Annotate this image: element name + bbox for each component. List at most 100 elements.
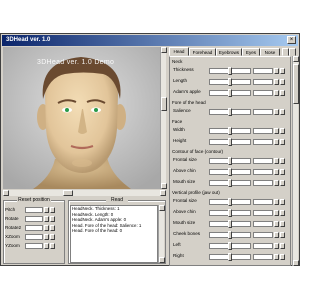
scroll-left-button[interactable] (3, 190, 9, 196)
contour-mouth-increase-button[interactable] (280, 180, 285, 186)
cheek-bones-field[interactable] (253, 232, 273, 238)
log-scroll-down-button[interactable] (159, 257, 165, 263)
cheek-bones-increase-button[interactable] (280, 232, 285, 238)
height-slider[interactable] (209, 138, 251, 146)
length-decrease-button[interactable] (274, 79, 279, 85)
profile-above-chin-increase-button[interactable] (280, 210, 285, 216)
slider-thumb[interactable] (228, 78, 232, 86)
profile-mouth-decrease-button[interactable] (274, 221, 279, 227)
cheek-bones-decrease-button[interactable] (274, 232, 279, 238)
slider-thumb[interactable] (228, 220, 232, 228)
width-slider[interactable] (209, 127, 251, 135)
slider-thumb[interactable] (228, 157, 232, 165)
rotate-field[interactable] (25, 216, 43, 222)
scroll-thumb-horizontal[interactable] (63, 190, 73, 196)
salience-increase-button[interactable] (280, 109, 285, 115)
tab-eyebrows[interactable]: Eyebrows (216, 48, 242, 56)
contour-above-chin-field[interactable] (253, 169, 273, 175)
salience-field[interactable] (253, 109, 273, 115)
tab-nose[interactable]: Nose (260, 48, 280, 56)
profile-above-chin-slider[interactable] (209, 209, 251, 217)
scroll-thumb[interactable] (161, 97, 167, 111)
rotate2-field[interactable] (25, 225, 43, 231)
right-slider[interactable] (209, 253, 251, 261)
slider-thumb[interactable] (228, 179, 232, 187)
adams-apple-decrease-button[interactable] (274, 90, 279, 96)
slider-thumb[interactable] (228, 209, 232, 217)
contour-above-chin-increase-button[interactable] (280, 169, 285, 175)
rotate2-increase-button[interactable] (50, 225, 55, 231)
rotate-decrease-button[interactable] (44, 216, 49, 222)
contour-above-chin-slider[interactable] (209, 168, 251, 176)
slider-thumb[interactable] (228, 198, 232, 206)
pitch-field[interactable] (25, 207, 43, 213)
profile-frontal-increase-button[interactable] (280, 199, 285, 205)
slider-thumb[interactable] (228, 168, 232, 176)
salience-slider[interactable] (209, 108, 251, 116)
rotate2-decrease-button[interactable] (44, 225, 49, 231)
close-button[interactable]: × (287, 36, 296, 44)
pitch-increase-button[interactable] (50, 207, 55, 213)
pitch-decrease-button[interactable] (44, 207, 49, 213)
width-increase-button[interactable] (280, 128, 285, 134)
contour-above-chin-decrease-button[interactable] (274, 169, 279, 175)
properties-scroll-thumb[interactable] (293, 64, 299, 104)
tab-scroll-right-button[interactable] (289, 48, 296, 56)
title-bar[interactable]: 3DHead ver. 1.0 × (2, 35, 298, 46)
contour-frontal-slider[interactable] (209, 157, 251, 165)
profile-above-chin-field[interactable] (253, 210, 273, 216)
tab-eyes[interactable]: Eyes (242, 48, 260, 56)
contour-frontal-field[interactable] (253, 158, 273, 164)
slider-thumb[interactable] (228, 67, 232, 75)
profile-mouth-increase-button[interactable] (280, 221, 285, 227)
cheek-bones-slider[interactable] (209, 231, 251, 239)
left-slider[interactable] (209, 242, 251, 250)
right-field[interactable] (253, 254, 273, 260)
properties-scrollbar[interactable] (292, 56, 299, 266)
right-increase-button[interactable] (280, 254, 285, 260)
left-decrease-button[interactable] (274, 243, 279, 249)
slider-thumb[interactable] (228, 89, 232, 97)
height-increase-button[interactable] (280, 139, 285, 145)
thickness-slider[interactable] (209, 67, 251, 75)
width-decrease-button[interactable] (274, 128, 279, 134)
slider-thumb[interactable] (228, 231, 232, 239)
log-scrollbar[interactable] (158, 205, 165, 263)
xzoom-increase-button[interactable] (50, 234, 55, 240)
salience-decrease-button[interactable] (274, 109, 279, 115)
contour-mouth-slider[interactable] (209, 179, 251, 187)
left-increase-button[interactable] (280, 243, 285, 249)
length-increase-button[interactable] (280, 79, 285, 85)
log-list[interactable]: HeadNeck. Thickness: 1 HeadNeck. Length:… (70, 205, 158, 263)
tab-head[interactable]: Head (169, 47, 189, 56)
left-field[interactable] (253, 243, 273, 249)
rotate-increase-button[interactable] (50, 216, 55, 222)
properties-scroll-up-button[interactable] (293, 56, 299, 62)
profile-frontal-slider[interactable] (209, 198, 251, 206)
yzoom-decrease-button[interactable] (44, 243, 49, 249)
length-slider[interactable] (209, 78, 251, 86)
thickness-field[interactable] (253, 68, 273, 74)
log-scroll-up-button[interactable] (159, 205, 165, 211)
height-decrease-button[interactable] (274, 139, 279, 145)
properties-scroll-down-button[interactable] (293, 260, 299, 266)
contour-mouth-field[interactable] (253, 180, 273, 186)
slider-thumb[interactable] (228, 127, 232, 135)
contour-frontal-increase-button[interactable] (280, 158, 285, 164)
yzoom-increase-button[interactable] (50, 243, 55, 249)
scroll-right-button[interactable] (160, 190, 166, 196)
contour-frontal-decrease-button[interactable] (274, 158, 279, 164)
thickness-decrease-button[interactable] (274, 68, 279, 74)
adams-apple-slider[interactable] (209, 89, 251, 97)
xzoom-field[interactable] (25, 234, 43, 240)
thickness-increase-button[interactable] (280, 68, 285, 74)
adams-apple-increase-button[interactable] (280, 90, 285, 96)
length-field[interactable] (253, 79, 273, 85)
yzoom-field[interactable] (25, 243, 43, 249)
viewport-vertical-scrollbar[interactable] (160, 47, 167, 189)
xzoom-decrease-button[interactable] (44, 234, 49, 240)
profile-above-chin-decrease-button[interactable] (274, 210, 279, 216)
contour-mouth-decrease-button[interactable] (274, 180, 279, 186)
slider-thumb[interactable] (228, 108, 232, 116)
width-field[interactable] (253, 128, 273, 134)
